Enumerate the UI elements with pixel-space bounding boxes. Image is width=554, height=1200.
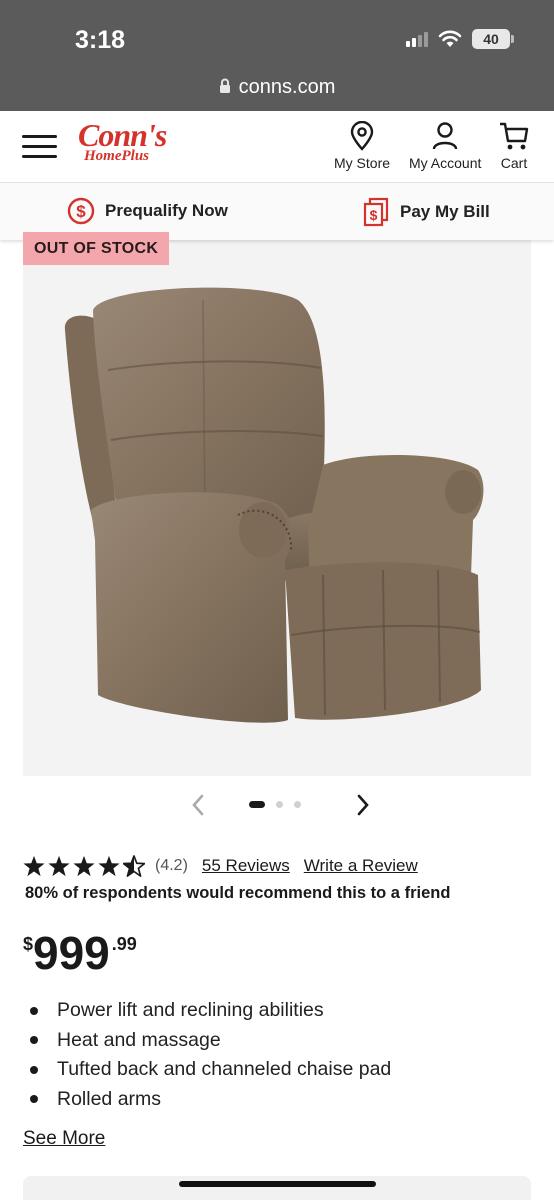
star-full-icon: [98, 855, 120, 877]
carousel-dot[interactable]: [294, 801, 301, 808]
recommend-text: 80% of respondents would recommend this …: [25, 884, 450, 903]
image-carousel-nav: [0, 790, 554, 820]
cart-label: Cart: [500, 155, 528, 171]
wifi-icon: [438, 30, 462, 47]
conns-logo[interactable]: Conn's HomePlus: [78, 119, 172, 175]
svg-text:$: $: [76, 202, 86, 221]
cellular-signal-icon: [406, 31, 428, 47]
feature-item: Tufted back and channeled chaise pad: [30, 1055, 391, 1085]
product-image[interactable]: [23, 240, 531, 776]
star-full-icon: [48, 855, 70, 877]
recommend-percent: 80%: [25, 884, 59, 902]
feature-item: Heat and massage: [30, 1026, 391, 1056]
prequalify-button[interactable]: $ Prequalify Now: [67, 197, 228, 225]
chevron-right-icon[interactable]: [355, 792, 371, 818]
browser-chrome: 3:18 40 conns.com: [0, 0, 554, 111]
my-account-label: My Account: [409, 155, 482, 171]
rating-value: (4.2): [155, 857, 188, 874]
cart-link[interactable]: Cart: [499, 121, 529, 171]
rating-row: (4.2) 55 Reviews Write a Review: [23, 855, 418, 877]
prequalify-label: Prequalify Now: [105, 201, 228, 220]
price-cents: .99: [111, 934, 137, 954]
write-review-link[interactable]: Write a Review: [304, 856, 418, 876]
dollar-circle-icon: $: [67, 197, 95, 225]
carousel-dot[interactable]: [276, 801, 283, 808]
carousel-dot[interactable]: [249, 801, 265, 808]
user-icon: [432, 122, 458, 150]
home-indicator[interactable]: [179, 1181, 376, 1187]
site-header: Conn's HomePlus My Store My Account Cart: [0, 111, 554, 183]
feature-item: Power lift and reclining abilities: [30, 996, 391, 1026]
lock-icon: [219, 78, 230, 93]
price-currency: $: [23, 934, 34, 954]
star-full-icon: [73, 855, 95, 877]
pay-bill-label: Pay My Bill: [400, 202, 490, 221]
feature-list: Power lift and reclining abilities Heat …: [30, 996, 391, 1114]
bill-icon: $: [363, 197, 389, 227]
carousel-dots: [249, 801, 301, 808]
feature-item: Rolled arms: [30, 1085, 391, 1115]
my-account-link[interactable]: My Account: [409, 121, 481, 171]
chevron-left-icon[interactable]: [190, 792, 206, 818]
my-store-label: My Store: [334, 155, 391, 171]
next-section-card: [23, 1176, 531, 1200]
status-time: 3:18: [75, 26, 126, 54]
recommend-caption: of respondents would recommend this to a…: [62, 884, 451, 902]
location-pin-icon: [350, 121, 374, 151]
cart-icon: [500, 122, 529, 150]
logo-main-text: Conn's: [78, 117, 167, 153]
recliner-chair-image: [64, 287, 484, 723]
menu-button[interactable]: [22, 135, 57, 159]
status-icons: 40: [406, 29, 514, 49]
svg-text:$: $: [370, 207, 378, 223]
url-text: conns.com: [238, 76, 336, 98]
reviews-link[interactable]: 55 Reviews: [202, 856, 290, 876]
price-dollars: 999: [33, 927, 110, 979]
star-full-icon: [23, 855, 45, 877]
product-price: $ 999 .99: [23, 928, 137, 978]
see-more-link[interactable]: See More: [23, 1128, 105, 1150]
out-of-stock-badge: OUT OF STOCK: [23, 232, 170, 265]
address-bar[interactable]: conns.com: [0, 76, 554, 99]
star-half-icon: [123, 855, 145, 877]
battery-icon: 40: [472, 29, 514, 49]
star-rating: [23, 855, 145, 877]
pay-bill-button[interactable]: $ Pay My Bill: [362, 197, 490, 227]
my-store-link[interactable]: My Store: [334, 121, 390, 171]
